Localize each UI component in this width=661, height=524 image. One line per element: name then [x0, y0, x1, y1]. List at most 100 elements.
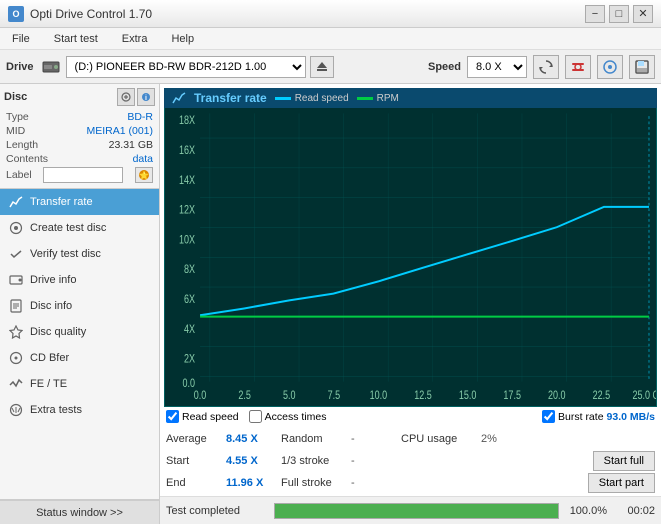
nav-verify-test-disc[interactable]: Verify test disc — [0, 241, 159, 267]
settings-button[interactable] — [565, 55, 591, 79]
disc-button[interactable] — [597, 55, 623, 79]
chart-area: 18X 16X 14X 12X 10X 8X 6X 4X 2X 0.0 0.0 … — [164, 108, 657, 407]
end-label: End — [166, 477, 226, 489]
svg-text:6X: 6X — [184, 293, 195, 307]
disc-label-btn[interactable]: ⭐ — [135, 167, 153, 183]
start-part-button[interactable]: Start part — [588, 473, 655, 493]
disc-label-text: Label — [6, 169, 32, 181]
disc-action-btn1[interactable] — [117, 88, 135, 106]
menu-start-test[interactable]: Start test — [46, 31, 106, 47]
status-section: Status window >> — [0, 499, 159, 524]
svg-text:18X: 18X — [179, 114, 195, 128]
chart-icon — [172, 91, 186, 105]
eject-button[interactable] — [310, 56, 334, 78]
cb-read-speed-input[interactable] — [166, 410, 179, 423]
nav-create-test-disc[interactable]: Create test disc — [0, 215, 159, 241]
chart-header: Transfer rate Read speed RPM — [164, 88, 657, 108]
svg-text:25.0 GB: 25.0 GB — [632, 389, 656, 403]
close-button[interactable]: ✕ — [633, 5, 653, 23]
drive-info-icon — [8, 272, 24, 288]
disc-length-value: 23.31 GB — [109, 139, 153, 151]
nav-cd-bfer[interactable]: CD Bfer — [0, 345, 159, 371]
progress-bar-container: Test completed 100.0% 00:02 — [160, 496, 661, 524]
svg-text:8X: 8X — [184, 263, 195, 277]
disc-type-value: BD-R — [127, 111, 153, 123]
speed-selector[interactable]: 8.0 X — [467, 56, 527, 78]
right-panel: Transfer rate Read speed RPM — [160, 84, 661, 524]
legend-read-speed: Read speed — [275, 93, 349, 104]
disc-length-label: Length — [6, 139, 38, 151]
drive-select-container: (D:) PIONEER BD-RW BDR-212D 1.00 — [40, 56, 422, 78]
disc-info-icon — [8, 298, 24, 314]
window-controls: − □ ✕ — [585, 5, 653, 23]
verify-test-disc-icon — [8, 246, 24, 262]
svg-text:10X: 10X — [179, 233, 195, 247]
create-test-disc-icon — [8, 220, 24, 236]
disc-section: Disc i Type BD-R MID MEIRA1 (001) — [0, 84, 159, 189]
random-label: Random — [281, 433, 351, 445]
extra-tests-icon — [8, 402, 24, 418]
svg-text:7.5: 7.5 — [328, 389, 341, 403]
third-stroke-label: 1/3 stroke — [281, 455, 351, 467]
speed-label: Speed — [428, 61, 461, 73]
maximize-button[interactable]: □ — [609, 5, 629, 23]
progress-pct: 100.0% — [567, 505, 607, 517]
disc-header: Disc i — [4, 88, 155, 106]
cb-read-speed: Read speed — [166, 410, 239, 423]
stats-row-average: Average 8.45 X Random - CPU usage 2% — [166, 428, 655, 450]
progress-bar-outer — [274, 503, 559, 519]
nav-drive-info[interactable]: Drive info — [0, 267, 159, 293]
svg-text:2.5: 2.5 — [238, 389, 251, 403]
legend-read-speed-label: Read speed — [295, 93, 349, 104]
nav-disc-quality[interactable]: Disc quality — [0, 319, 159, 345]
nav-disc-info-label: Disc info — [30, 300, 72, 312]
cb-access-times-label: Access times — [265, 411, 327, 423]
svg-text:16X: 16X — [179, 144, 195, 158]
cd-bfer-icon — [8, 350, 24, 366]
disc-mid-label: MID — [6, 125, 25, 137]
disc-label-row: Label ⭐ — [4, 166, 155, 184]
disc-title: Disc — [4, 91, 27, 103]
nav-verify-test-disc-label: Verify test disc — [30, 248, 101, 260]
nav-disc-quality-label: Disc quality — [30, 326, 86, 338]
minimize-button[interactable]: − — [585, 5, 605, 23]
nav-fe-te-label: FE / TE — [30, 378, 67, 390]
disc-contents-value: data — [133, 153, 153, 165]
legend-rpm: RPM — [357, 93, 399, 104]
svg-text:12.5: 12.5 — [414, 389, 432, 403]
start-full-button[interactable]: Start full — [593, 451, 655, 471]
nav-fe-te[interactable]: FE / TE — [0, 371, 159, 397]
nav-disc-info[interactable]: Disc info — [0, 293, 159, 319]
end-value: 11.96 X — [226, 477, 281, 489]
svg-text:10.0: 10.0 — [370, 389, 388, 403]
avg-value: 8.45 X — [226, 433, 281, 445]
save-button[interactable] — [629, 55, 655, 79]
nav-transfer-rate-label: Transfer rate — [30, 196, 93, 208]
cpu-label: CPU usage — [401, 433, 481, 445]
start-label: Start — [166, 455, 226, 467]
menu-file[interactable]: File — [4, 31, 38, 47]
drive-selector[interactable]: (D:) PIONEER BD-RW BDR-212D 1.00 — [66, 56, 306, 78]
disc-action-btn2[interactable]: i — [137, 88, 155, 106]
drive-label: Drive — [6, 61, 34, 73]
title-bar-left: O Opti Drive Control 1.70 — [8, 6, 152, 22]
menu-help[interactable]: Help — [163, 31, 202, 47]
fe-te-icon — [8, 376, 24, 392]
main-content: Disc i Type BD-R MID MEIRA1 (001) — [0, 84, 661, 524]
menu-extra[interactable]: Extra — [114, 31, 156, 47]
disc-contents-row: Contents data — [4, 152, 155, 166]
nav-extra-tests[interactable]: Extra tests — [0, 397, 159, 423]
start-value: 4.55 X — [226, 455, 281, 467]
cb-read-speed-label: Read speed — [182, 411, 239, 423]
disc-mid-value: MEIRA1 (001) — [86, 125, 153, 137]
cpu-value: 2% — [481, 433, 497, 445]
cb-burst-rate-input[interactable] — [542, 410, 555, 423]
chart-svg: 18X 16X 14X 12X 10X 8X 6X 4X 2X 0.0 0.0 … — [165, 108, 656, 406]
nav-transfer-rate[interactable]: Transfer rate — [0, 189, 159, 215]
refresh-button[interactable] — [533, 55, 559, 79]
disc-label-input[interactable] — [43, 167, 123, 183]
svg-text:5.0: 5.0 — [283, 389, 296, 403]
svg-text:20.0: 20.0 — [548, 389, 566, 403]
status-window-button[interactable]: Status window >> — [0, 500, 159, 524]
cb-access-times-input[interactable] — [249, 410, 262, 423]
